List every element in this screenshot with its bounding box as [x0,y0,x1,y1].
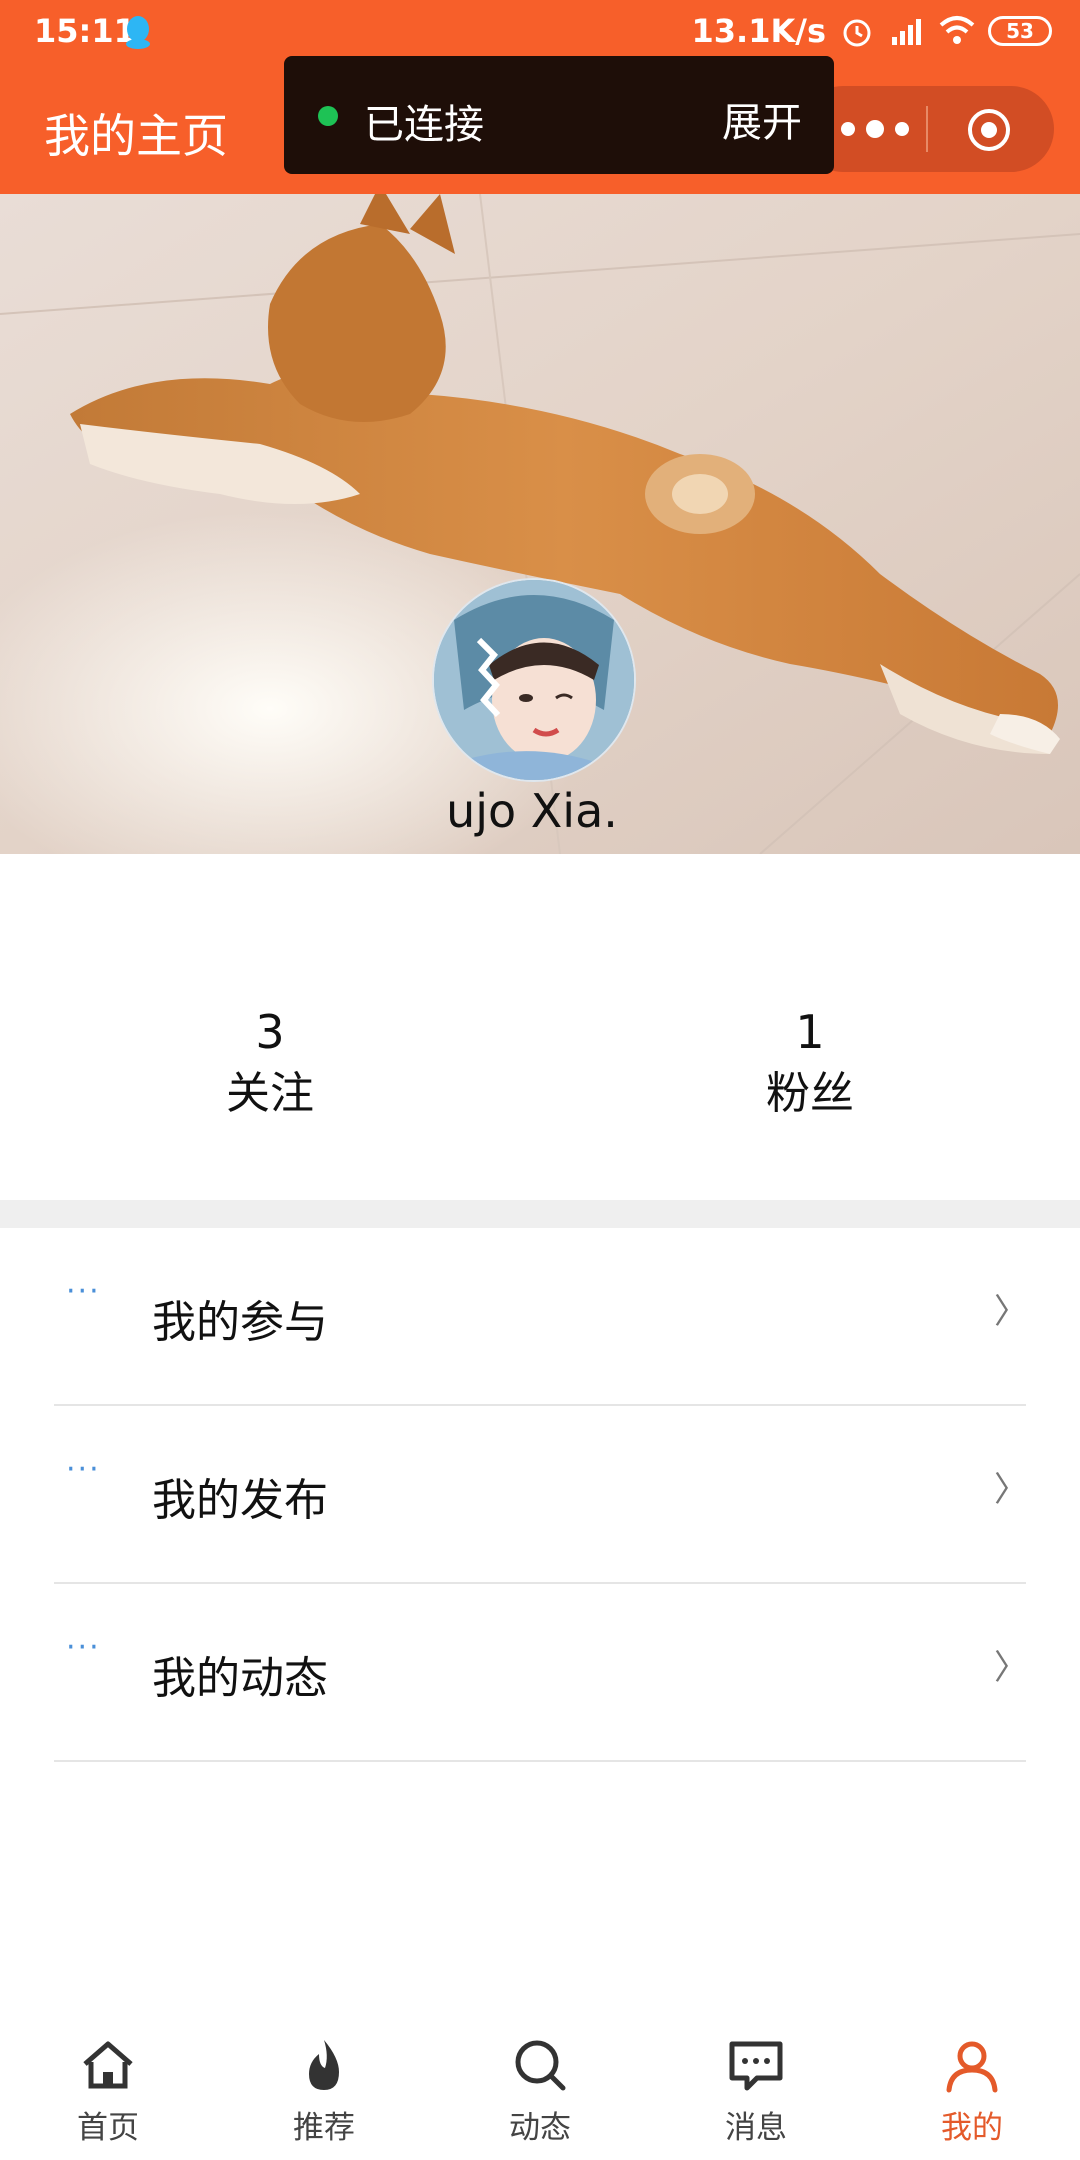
ellipsis-icon: ··· [66,1274,101,1309]
tab-activity[interactable]: 动态 [460,2036,620,2147]
menu-item-activity[interactable]: ··· 我的动态 〉 [0,1584,1080,1762]
mini-program-capsule [800,86,1054,172]
message-icon [729,2041,783,2091]
tab-label: 消息 [725,2110,787,2146]
menu-item-label: 我的参与 [152,1297,328,1348]
connected-status-dot [318,106,338,126]
follow-stats: 3 关注 1 粉丝 [0,854,1080,1200]
capsule-divider [926,106,928,152]
status-indicators: 13.1K/s 53 [692,12,1052,50]
ellipsis-icon: ··· [66,1452,101,1487]
home-icon [83,2041,133,2089]
qq-icon [126,16,150,49]
expand-button[interactable]: 展开 [722,90,802,148]
tab-label: 首页 [77,2110,139,2146]
tab-messages[interactable]: 消息 [676,2036,836,2147]
followers-label: 粉丝 [766,1068,854,1119]
more-icon[interactable] [830,106,920,152]
menu-item-label: 我的发布 [152,1475,328,1526]
user-icon [946,2041,998,2093]
bottom-tab-bar: 首页 推荐 动态 消息 我的 [0,2010,1080,2160]
tab-label: 推荐 [293,2110,355,2146]
menu-item-published[interactable]: ··· 我的发布 〉 [0,1406,1080,1584]
chevron-right-icon: 〉 [994,1470,1028,1510]
followers-stat[interactable]: 1 粉丝 [660,1002,960,1126]
followers-count: 1 [795,1005,825,1059]
connection-toast: 已连接 展开 [284,56,834,174]
connection-status: 已连接 [364,102,484,148]
signal-icon [892,19,921,45]
avatar[interactable] [432,578,636,782]
flame-icon [309,2040,339,2090]
following-stat[interactable]: 3 关注 [120,1002,420,1126]
page-title: 我的主页 [44,109,228,163]
tab-label: 动态 [509,2110,571,2146]
chevron-right-icon: 〉 [994,1648,1028,1688]
tab-me[interactable]: 我的 [892,2036,1052,2147]
close-target-icon[interactable] [966,107,1012,153]
ellipsis-icon: ··· [66,1630,101,1665]
username: ujo Xia. [446,784,618,838]
tab-home[interactable]: 首页 [28,2036,188,2147]
chevron-right-icon: 〉 [994,1292,1028,1332]
alarm-icon [843,19,871,47]
status-time: 15:11 [34,12,136,50]
tab-label: 我的 [941,2110,1003,2146]
net-speed: 13.1K/s [691,12,826,50]
wifi-icon [939,16,975,44]
tab-recommend[interactable]: 推荐 [244,2036,404,2147]
battery-indicator: 53 [988,16,1052,46]
following-count: 3 [255,1005,285,1059]
avatar-image [434,580,634,780]
menu-item-participation[interactable]: ··· 我的参与 〉 [0,1228,1080,1406]
search-icon [515,2040,566,2091]
following-label: 关注 [226,1068,314,1119]
divider [54,1760,1026,1762]
section-divider [0,1200,1080,1228]
menu-item-label: 我的动态 [152,1653,328,1704]
